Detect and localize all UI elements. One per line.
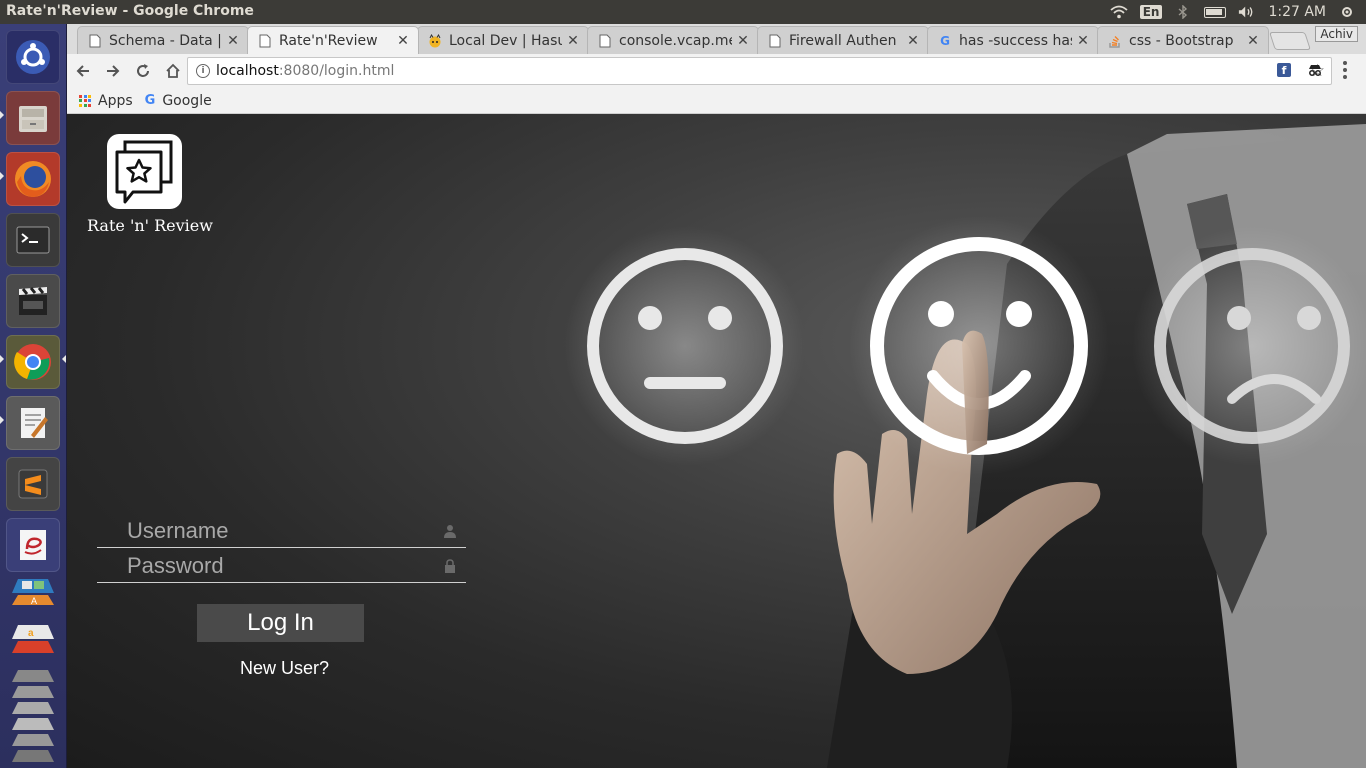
- page-icon: [258, 34, 272, 48]
- password-input[interactable]: [97, 549, 466, 582]
- launcher-dash-icon[interactable]: [6, 30, 60, 84]
- launcher-firefox-icon[interactable]: [6, 152, 60, 206]
- google-icon: G: [940, 33, 950, 48]
- page-icon: [598, 34, 612, 48]
- page-content: Rate 'n' Review Log In New User?: [67, 114, 1366, 768]
- system-tray: En 1:27 AM: [1110, 0, 1356, 24]
- stackoverflow-icon: [1108, 34, 1122, 48]
- close-icon[interactable]: ✕: [1246, 33, 1260, 49]
- launcher-files-icon[interactable]: [6, 91, 60, 145]
- close-icon[interactable]: ✕: [1076, 33, 1090, 49]
- launcher-text-editor-icon[interactable]: [6, 396, 60, 450]
- address-bar[interactable]: i localhost:8080/login.html ☆: [187, 57, 1332, 85]
- user-icon: [444, 525, 456, 538]
- tab-local-dev[interactable]: Local Dev | Hasu ✕: [417, 26, 589, 54]
- wifi-icon[interactable]: [1110, 5, 1128, 19]
- window-title: Rate'n'Review - Google Chrome: [6, 3, 254, 19]
- incognito-extension-icon[interactable]: [1307, 62, 1323, 78]
- new-user-link[interactable]: New User?: [197, 658, 372, 679]
- site-info-icon[interactable]: i: [196, 64, 210, 78]
- close-icon[interactable]: ✕: [566, 33, 580, 49]
- svg-text:a: a: [28, 628, 34, 639]
- tab-console-vcap[interactable]: console.vcap.me ✕: [587, 26, 759, 54]
- launcher-eclipse-icon[interactable]: [6, 518, 60, 572]
- svg-text:A: A: [31, 596, 37, 606]
- launcher-sublime-icon[interactable]: [6, 457, 60, 511]
- login-button[interactable]: Log In: [197, 604, 364, 642]
- username-input[interactable]: [97, 514, 466, 547]
- bookmarks-bar: Apps G Google: [67, 88, 1366, 114]
- launcher-stack-libreoffice-icon[interactable]: A: [6, 575, 60, 615]
- close-icon[interactable]: ✕: [396, 33, 410, 49]
- back-icon[interactable]: [69, 57, 97, 85]
- new-tab-button[interactable]: [1269, 32, 1311, 50]
- google-icon: G: [144, 93, 156, 108]
- clock[interactable]: 1:27 AM: [1268, 4, 1326, 20]
- top-panel: Rate'n'Review - Google Chrome En 1:27 AM: [0, 0, 1366, 24]
- volume-icon[interactable]: [1238, 5, 1256, 19]
- launcher-stack-more-icon[interactable]: [6, 664, 60, 764]
- bookmark-google[interactable]: G Google: [145, 93, 212, 109]
- hasura-icon: [428, 33, 442, 48]
- home-icon[interactable]: [159, 57, 187, 85]
- url-path: :8080/login.html: [278, 63, 395, 79]
- review-star-icon: [115, 140, 173, 204]
- browser-toolbar: i localhost:8080/login.html ☆ f: [67, 54, 1366, 88]
- unity-launcher: A a: [0, 24, 67, 768]
- battery-icon[interactable]: [1204, 6, 1227, 18]
- tab-strip: Schema - Data | ✕ Rate'n'Review ✕ Local …: [67, 24, 1366, 54]
- lock-icon: [445, 559, 455, 573]
- apps-grid-icon: [79, 94, 91, 107]
- keyboard-layout-indicator[interactable]: En: [1139, 5, 1163, 19]
- page-icon: [88, 34, 102, 48]
- close-icon[interactable]: ✕: [736, 33, 750, 49]
- chrome-menu-icon[interactable]: [1339, 60, 1351, 80]
- bluetooth-icon[interactable]: [1174, 5, 1192, 19]
- app-logo: [107, 134, 182, 209]
- launcher-video-editor-icon[interactable]: [6, 274, 60, 328]
- reload-icon[interactable]: [129, 57, 157, 85]
- password-field: [97, 549, 466, 583]
- tab-ratenreview[interactable]: Rate'n'Review ✕: [247, 26, 419, 54]
- bookmark-apps[interactable]: Apps: [79, 93, 133, 109]
- tab-schema[interactable]: Schema - Data | ✕: [77, 26, 249, 54]
- tab-has-success[interactable]: G has -success has ✕: [927, 26, 1099, 54]
- username-field: [97, 514, 466, 548]
- close-icon[interactable]: ✕: [226, 33, 240, 49]
- power-gear-icon[interactable]: [1338, 5, 1356, 19]
- tab-firewall-auth[interactable]: Firewall Authen ✕: [757, 26, 929, 54]
- tab-css-bootstrap[interactable]: css - Bootstrap ✕: [1097, 26, 1269, 54]
- close-icon[interactable]: ✕: [906, 33, 920, 49]
- url-host: localhost: [216, 63, 279, 79]
- launcher-terminal-icon[interactable]: [6, 213, 60, 267]
- launcher-stack-amazon-icon[interactable]: a: [6, 619, 60, 659]
- profile-badge[interactable]: Achiv: [1315, 26, 1358, 42]
- page-icon: [768, 34, 782, 48]
- brand-name: Rate 'n' Review: [87, 216, 213, 235]
- forward-icon[interactable]: [99, 57, 127, 85]
- launcher-chrome-icon[interactable]: [6, 335, 60, 389]
- facebook-extension-icon[interactable]: f: [1277, 63, 1291, 77]
